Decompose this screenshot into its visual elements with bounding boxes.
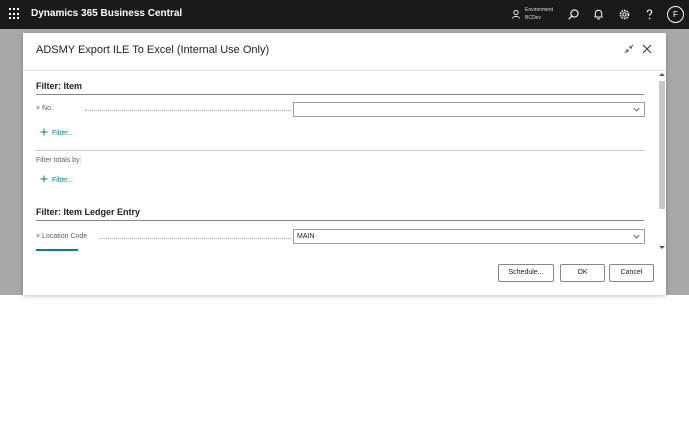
environment-label: Environment [525, 7, 554, 13]
field-leader-dots [85, 110, 291, 111]
waffle-icon[interactable] [9, 8, 21, 20]
location-code-value: MAIN [297, 233, 315, 240]
scrollbar-thumb[interactable] [659, 81, 665, 209]
section-heading-ile: Filter: Item Ledger Entry [36, 207, 141, 217]
close-icon[interactable] [641, 43, 653, 55]
collapse-icon[interactable] [623, 43, 635, 55]
section-divider [36, 94, 644, 95]
help-icon[interactable] [643, 8, 656, 21]
no-filter-select[interactable] [293, 102, 645, 117]
section-heading-item: Filter: Item [36, 81, 83, 91]
plus-icon[interactable] [40, 128, 48, 136]
environment-name: BCDev [525, 15, 541, 21]
chevron-down-icon[interactable] [633, 106, 640, 113]
dialog-content[interactable]: Filter: Item × No. Filter... Filter tota… [23, 70, 666, 254]
user-avatar[interactable]: F [667, 6, 684, 23]
focus-indicator [36, 249, 78, 251]
dialog-title: ADSMY Export ILE To Excel (Internal Use … [36, 44, 270, 56]
environment-icon [512, 9, 520, 19]
ok-button[interactable]: OK [560, 264, 605, 282]
cancel-button[interactable]: Cancel [609, 264, 654, 282]
filter-totals-label: Filter totals by: [36, 157, 82, 164]
section-divider [36, 150, 644, 151]
field-label-no[interactable]: × No. [36, 105, 53, 112]
schedule-button[interactable]: Schedule... [498, 264, 554, 282]
chevron-down-icon[interactable] [633, 233, 640, 240]
plus-icon[interactable] [40, 175, 48, 183]
scroll-up-arrow[interactable] [659, 73, 665, 76]
app-title[interactable]: Dynamics 365 Business Central [31, 8, 182, 19]
app-top-bar: Dynamics 365 Business Central Environmen… [0, 0, 689, 29]
search-icon[interactable] [567, 8, 580, 21]
add-item-filter-link[interactable]: Filter... [52, 130, 73, 137]
gear-icon[interactable] [618, 8, 631, 21]
field-label-location-code[interactable]: × Location Code [36, 233, 87, 240]
field-leader-dots [100, 238, 291, 239]
scroll-down-arrow[interactable] [659, 246, 665, 249]
add-totals-filter-link[interactable]: Filter... [52, 177, 73, 184]
section-divider [36, 220, 644, 221]
bell-icon[interactable] [592, 8, 605, 21]
dialog-scrollbar[interactable] [658, 70, 666, 254]
request-page-dialog: ADSMY Export ILE To Excel (Internal Use … [23, 33, 666, 295]
location-code-select[interactable]: MAIN [293, 229, 645, 244]
